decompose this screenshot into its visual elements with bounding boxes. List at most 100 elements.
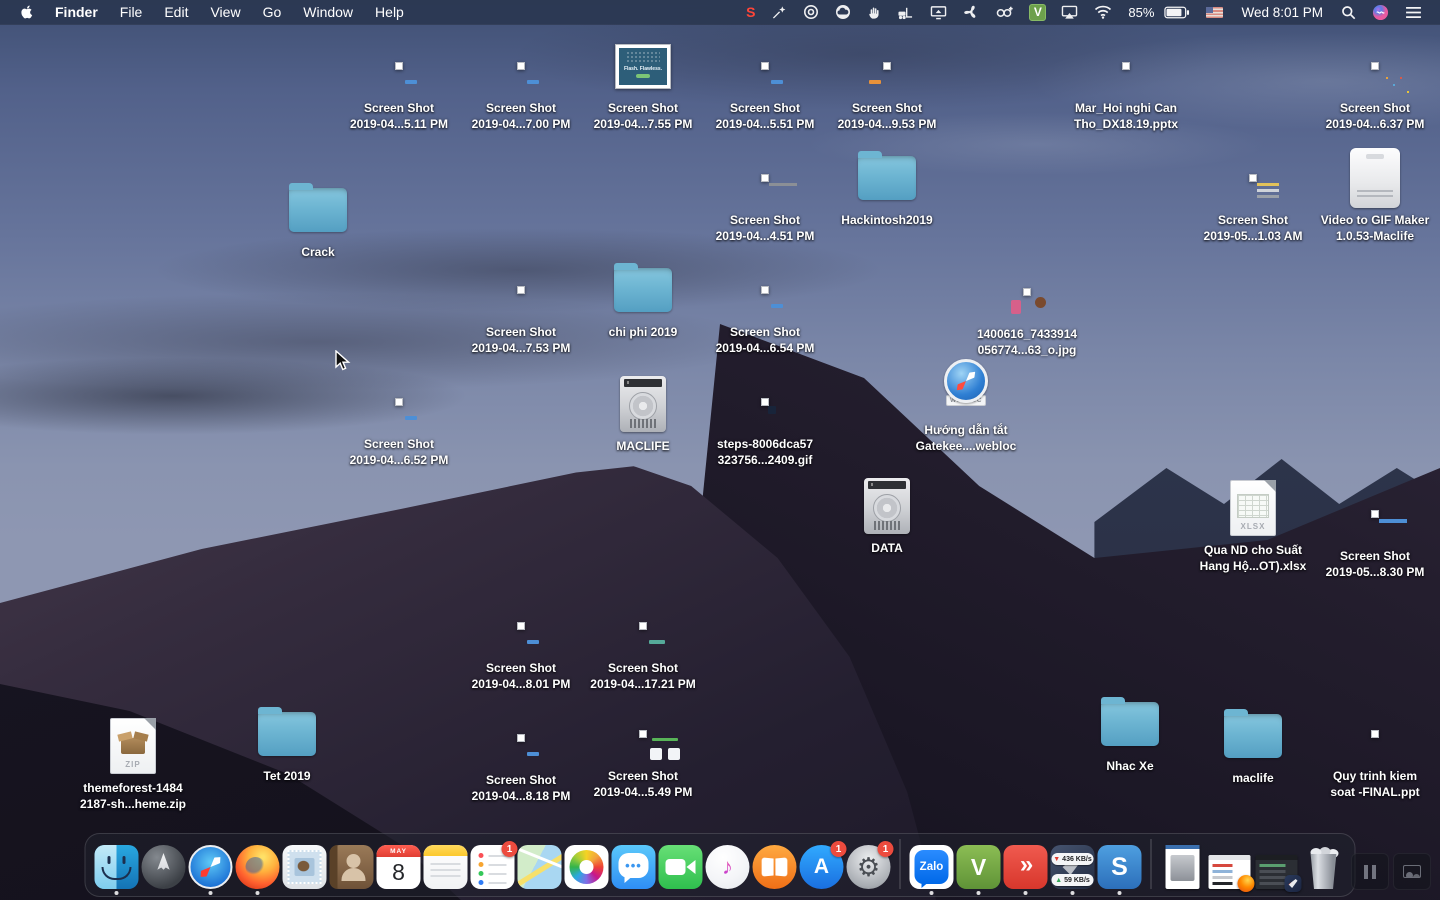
desktop-icon-gif-steps[interactable]: steps-8006dca57323756...2409.gif <box>700 370 830 468</box>
dock-finder[interactable] <box>95 845 139 889</box>
siri-icon[interactable] <box>1364 0 1397 24</box>
dock-facetime[interactable] <box>659 845 703 889</box>
screenshot-thumbnail <box>761 286 769 294</box>
notification-center-icon[interactable] <box>1397 0 1430 24</box>
desktop-icon-ss-2019-04-8-18[interactable]: Screen Shot2019-04...8.18 PM <box>456 706 586 804</box>
desktop-icon-disk-video-to-gif[interactable]: Video to GIF Maker1.0.53-Maclife <box>1310 146 1440 244</box>
airplay-icon[interactable] <box>1053 0 1086 24</box>
screenshot-thumbnail <box>1371 510 1379 518</box>
input-source-v-icon[interactable]: V <box>1029 4 1046 21</box>
icon-label-line1: Screen Shot <box>1326 101 1425 117</box>
apple-menu[interactable] <box>14 0 44 24</box>
dock-reminders[interactable]: 1 <box>471 845 515 889</box>
rocket-badge-icon <box>1285 875 1302 892</box>
dock-trash[interactable] <box>1302 845 1346 889</box>
desktop-icon-ss-2019-04-9-53[interactable]: Screen Shot2019-04...9.53 PM <box>822 34 952 132</box>
dock-dark-window[interactable] <box>1255 845 1299 889</box>
creative-cloud-icon[interactable] <box>795 0 827 24</box>
desktop-icon-folder-nhac-xe[interactable]: Nhac Xe <box>1065 692 1195 775</box>
desktop-icon-ss-2019-04-7-53[interactable]: Screen Shot2019-04...7.53 PM <box>456 258 586 356</box>
desktop-icon-folder-chi-phi[interactable]: chi phi 2019 <box>578 258 708 341</box>
menu-go[interactable]: Go <box>252 4 293 20</box>
desktop-icon-ss-2019-04-7-00[interactable]: Screen Shot2019-04...7.00 PM <box>456 34 586 132</box>
desktop-icon-ss-2019-04-5-11[interactable]: Screen Shot2019-04...5.11 PM <box>334 34 464 132</box>
dock-notes[interactable] <box>424 845 468 889</box>
app-menu-finder[interactable]: Finder <box>44 4 109 20</box>
menu-edit[interactable]: Edit <box>153 4 199 20</box>
dock-ibooks[interactable] <box>753 845 797 889</box>
desktop-area[interactable]: Screen Shot2019-04...5.11 PM Screen Shot… <box>0 24 1440 900</box>
dock-system-preferences[interactable]: ⚙1 <box>847 845 891 889</box>
desktop-icon-ss-2019-04-6-37[interactable]: Screen Shot2019-04...6.37 PM <box>1310 34 1440 132</box>
desktop-icon-folder-hackintosh[interactable]: Hackintosh2019 <box>822 146 952 229</box>
dock-app-store[interactable]: A1 <box>800 845 844 889</box>
dock-safari[interactable] <box>189 845 233 889</box>
menu-view[interactable]: View <box>199 4 251 20</box>
display-app-icon[interactable] <box>922 0 955 24</box>
desktop-icon-ss-2019-04-7-55[interactable]: Flash. Flawless. Screen Shot2019-04...7.… <box>578 34 708 132</box>
icon-label: DATA <box>871 541 903 557</box>
desktop-icon-folder-tet-2019[interactable]: Tet 2019 <box>222 702 352 785</box>
desktop-icon-folder-maclife[interactable]: maclife <box>1188 704 1318 787</box>
desktop-icon-ss-2019-05-1-03[interactable]: Screen Shot2019-05...1.03 AM <box>1188 146 1318 244</box>
icon-label: Screen Shot2019-04...6.37 PM <box>1326 101 1425 132</box>
snagit-menu-icon[interactable]: S <box>737 4 764 20</box>
desktop-icon-ss-2019-04-6-54[interactable]: Screen Shot2019-04...6.54 PM <box>700 258 830 356</box>
desktop-icon-ppt-quy-trinh[interactable]: Quy trinh kiemsoat -FINAL.ppt <box>1310 702 1440 800</box>
dock-firefox[interactable] <box>236 845 280 889</box>
cloud-sync-icon[interactable] <box>827 0 859 24</box>
gif-recorder-controls <box>1351 853 1431 890</box>
dock-document-file[interactable] <box>1161 845 1205 889</box>
desktop-icon-drive-data[interactable]: DATA <box>822 474 952 557</box>
screenshot-thumbnail <box>1371 62 1379 70</box>
battery-icon[interactable] <box>1156 0 1198 24</box>
desktop-icon-ss-2019-04-17-21[interactable]: Screen Shot2019-04...17.21 PM <box>578 594 708 692</box>
desktop-icon-ss-2019-04-6-52[interactable]: Screen Shot2019-04...6.52 PM <box>334 370 464 468</box>
dock-downloader[interactable]: ▼436 KB/s ▲59 KB/s <box>1051 845 1095 889</box>
menu-file[interactable]: File <box>109 4 154 20</box>
hand-app-icon[interactable] <box>859 0 889 24</box>
amphetamine-icon[interactable] <box>987 0 1022 24</box>
desktop-icon-ss-2019-04-8-01[interactable]: Screen Shot2019-04...8.01 PM <box>456 594 586 692</box>
dock-red-app[interactable]: » <box>1004 845 1048 889</box>
wifi-icon[interactable] <box>1086 0 1120 24</box>
desktop-icon-zip-themeforest[interactable]: ZIP themeforest-14842187-sh...heme.zip <box>68 714 198 812</box>
menu-help[interactable]: Help <box>364 4 415 20</box>
desktop-icon-drive-maclife[interactable]: MACLIFE <box>578 372 708 455</box>
safari-icon <box>189 845 233 889</box>
desktop-icon-folder-crack[interactable]: Crack <box>253 178 383 261</box>
desktop-icon-ss-2019-04-5-51[interactable]: Screen Shot2019-04...5.51 PM <box>700 34 830 132</box>
finder-icon <box>95 845 139 889</box>
dock-firefox-window[interactable] <box>1208 845 1252 889</box>
dock-zalo[interactable]: Zalo <box>910 845 954 889</box>
dock-mail[interactable] <box>283 845 327 889</box>
wand-utility-icon[interactable] <box>764 0 795 24</box>
desktop-icon-jpg-1400616[interactable]: 1400616_7433914056774...63_o.jpg <box>962 260 1092 358</box>
dock-v-app[interactable]: V <box>957 845 1001 889</box>
desktop-icon-ss-2019-04-4-51[interactable]: Screen Shot2019-04...4.51 PM <box>700 146 830 244</box>
clock[interactable]: Wed 8:01 PM <box>1231 5 1333 20</box>
gif-pause-button[interactable] <box>1351 853 1389 890</box>
menu-window[interactable]: Window <box>292 4 364 20</box>
battery-percent[interactable]: 85% <box>1120 5 1156 20</box>
dock-messages[interactable]: ••• <box>612 845 656 889</box>
icon-label: Hướng dẫn tắtGatekee....webloc <box>916 423 1017 454</box>
desktop-icon-webloc-huong-dan[interactable]: WEBLOC Hướng dẫn tắtGatekee....webloc <box>901 356 1031 454</box>
dock-snagit[interactable]: S <box>1098 845 1142 889</box>
spotlight-icon[interactable] <box>1333 0 1364 24</box>
desktop-icon-pptx-mar-hoi-nghi[interactable]: Mar_Hoi nghi CanTho_DX18.19.pptx <box>1061 34 1191 132</box>
forklift-icon[interactable] <box>889 0 922 24</box>
dock-launchpad[interactable] <box>142 845 186 889</box>
desktop-icon-ss-2019-04-5-49[interactable]: Screen Shot2019-04...5.49 PM <box>578 702 708 800</box>
us-flag-icon[interactable] <box>1206 7 1223 18</box>
icon-label: Screen Shot2019-04...8.18 PM <box>472 773 571 804</box>
dock-photos[interactable] <box>565 845 609 889</box>
dock-calendar[interactable]: MAY8 <box>377 845 421 889</box>
dock-itunes[interactable]: ♪ <box>706 845 750 889</box>
desktop-icon-ss-2019-05-8-30[interactable]: Screen Shot2019-05...8.30 PM <box>1310 482 1440 580</box>
desktop-icon-xlsx-qua-nd[interactable]: XLSX Qua ND cho SuấtHang Hộ...OT).xlsx <box>1188 476 1318 574</box>
dock-maps[interactable] <box>518 845 562 889</box>
gif-frame-button[interactable] <box>1393 853 1431 890</box>
fan-control-icon[interactable] <box>955 0 987 24</box>
dock-contacts[interactable] <box>330 845 374 889</box>
